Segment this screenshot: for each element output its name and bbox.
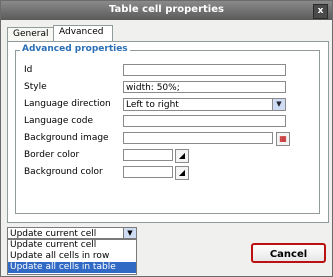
- id-label: Id: [24, 65, 33, 75]
- language-code-field[interactable]: [123, 115, 286, 127]
- titlebar: Table cell properties x: [1, 1, 332, 20]
- update-scope-select[interactable]: Update current cell ▼: [7, 227, 137, 239]
- dialog-title: Table cell properties: [109, 4, 224, 15]
- table-cell-properties-dialog: Table cell properties x General Advanced…: [0, 0, 333, 277]
- background-color-label: Background color: [24, 167, 103, 177]
- tab-advanced[interactable]: Advanced: [53, 25, 113, 41]
- update-scope-options: Update current cell Update all cells in …: [7, 239, 137, 275]
- language-direction-select[interactable]: Left to right ▼: [123, 98, 286, 111]
- id-field[interactable]: [123, 64, 286, 76]
- language-direction-value: Left to right: [126, 100, 179, 110]
- close-button[interactable]: x: [313, 4, 328, 19]
- tab-general[interactable]: General: [7, 27, 55, 41]
- style-field[interactable]: width: 50%;: [123, 81, 286, 93]
- background-color-field[interactable]: [123, 166, 173, 178]
- color-picker-icon[interactable]: ◢: [175, 166, 189, 180]
- advanced-panel: Advanced properties Id Style width: 50%;…: [7, 41, 329, 223]
- chevron-down-icon: ▼: [123, 228, 136, 238]
- language-direction-label: Language direction: [24, 99, 111, 109]
- advanced-properties-group: Advanced properties Id Style width: 50%;…: [15, 44, 320, 214]
- border-color-field[interactable]: [123, 149, 173, 161]
- style-label: Style: [24, 82, 47, 92]
- update-scope-value: Update current cell: [10, 229, 97, 239]
- option-update-all-cells-in-row[interactable]: Update all cells in row: [8, 251, 136, 262]
- browse-image-icon[interactable]: ▦: [276, 132, 290, 146]
- background-image-field[interactable]: [123, 132, 273, 144]
- background-image-label: Background image: [24, 133, 109, 143]
- close-icon: x: [317, 6, 324, 16]
- chevron-down-icon: ▼: [272, 99, 285, 110]
- language-code-label: Language code: [24, 116, 93, 126]
- color-picker-icon[interactable]: ◢: [175, 149, 189, 163]
- option-update-current-cell[interactable]: Update current cell: [8, 240, 136, 251]
- cancel-button[interactable]: Cancel: [251, 243, 326, 263]
- section-title: Advanced properties: [20, 44, 130, 54]
- option-update-all-cells-in-table[interactable]: Update all cells in table: [8, 262, 136, 273]
- border-color-label: Border color: [24, 150, 80, 160]
